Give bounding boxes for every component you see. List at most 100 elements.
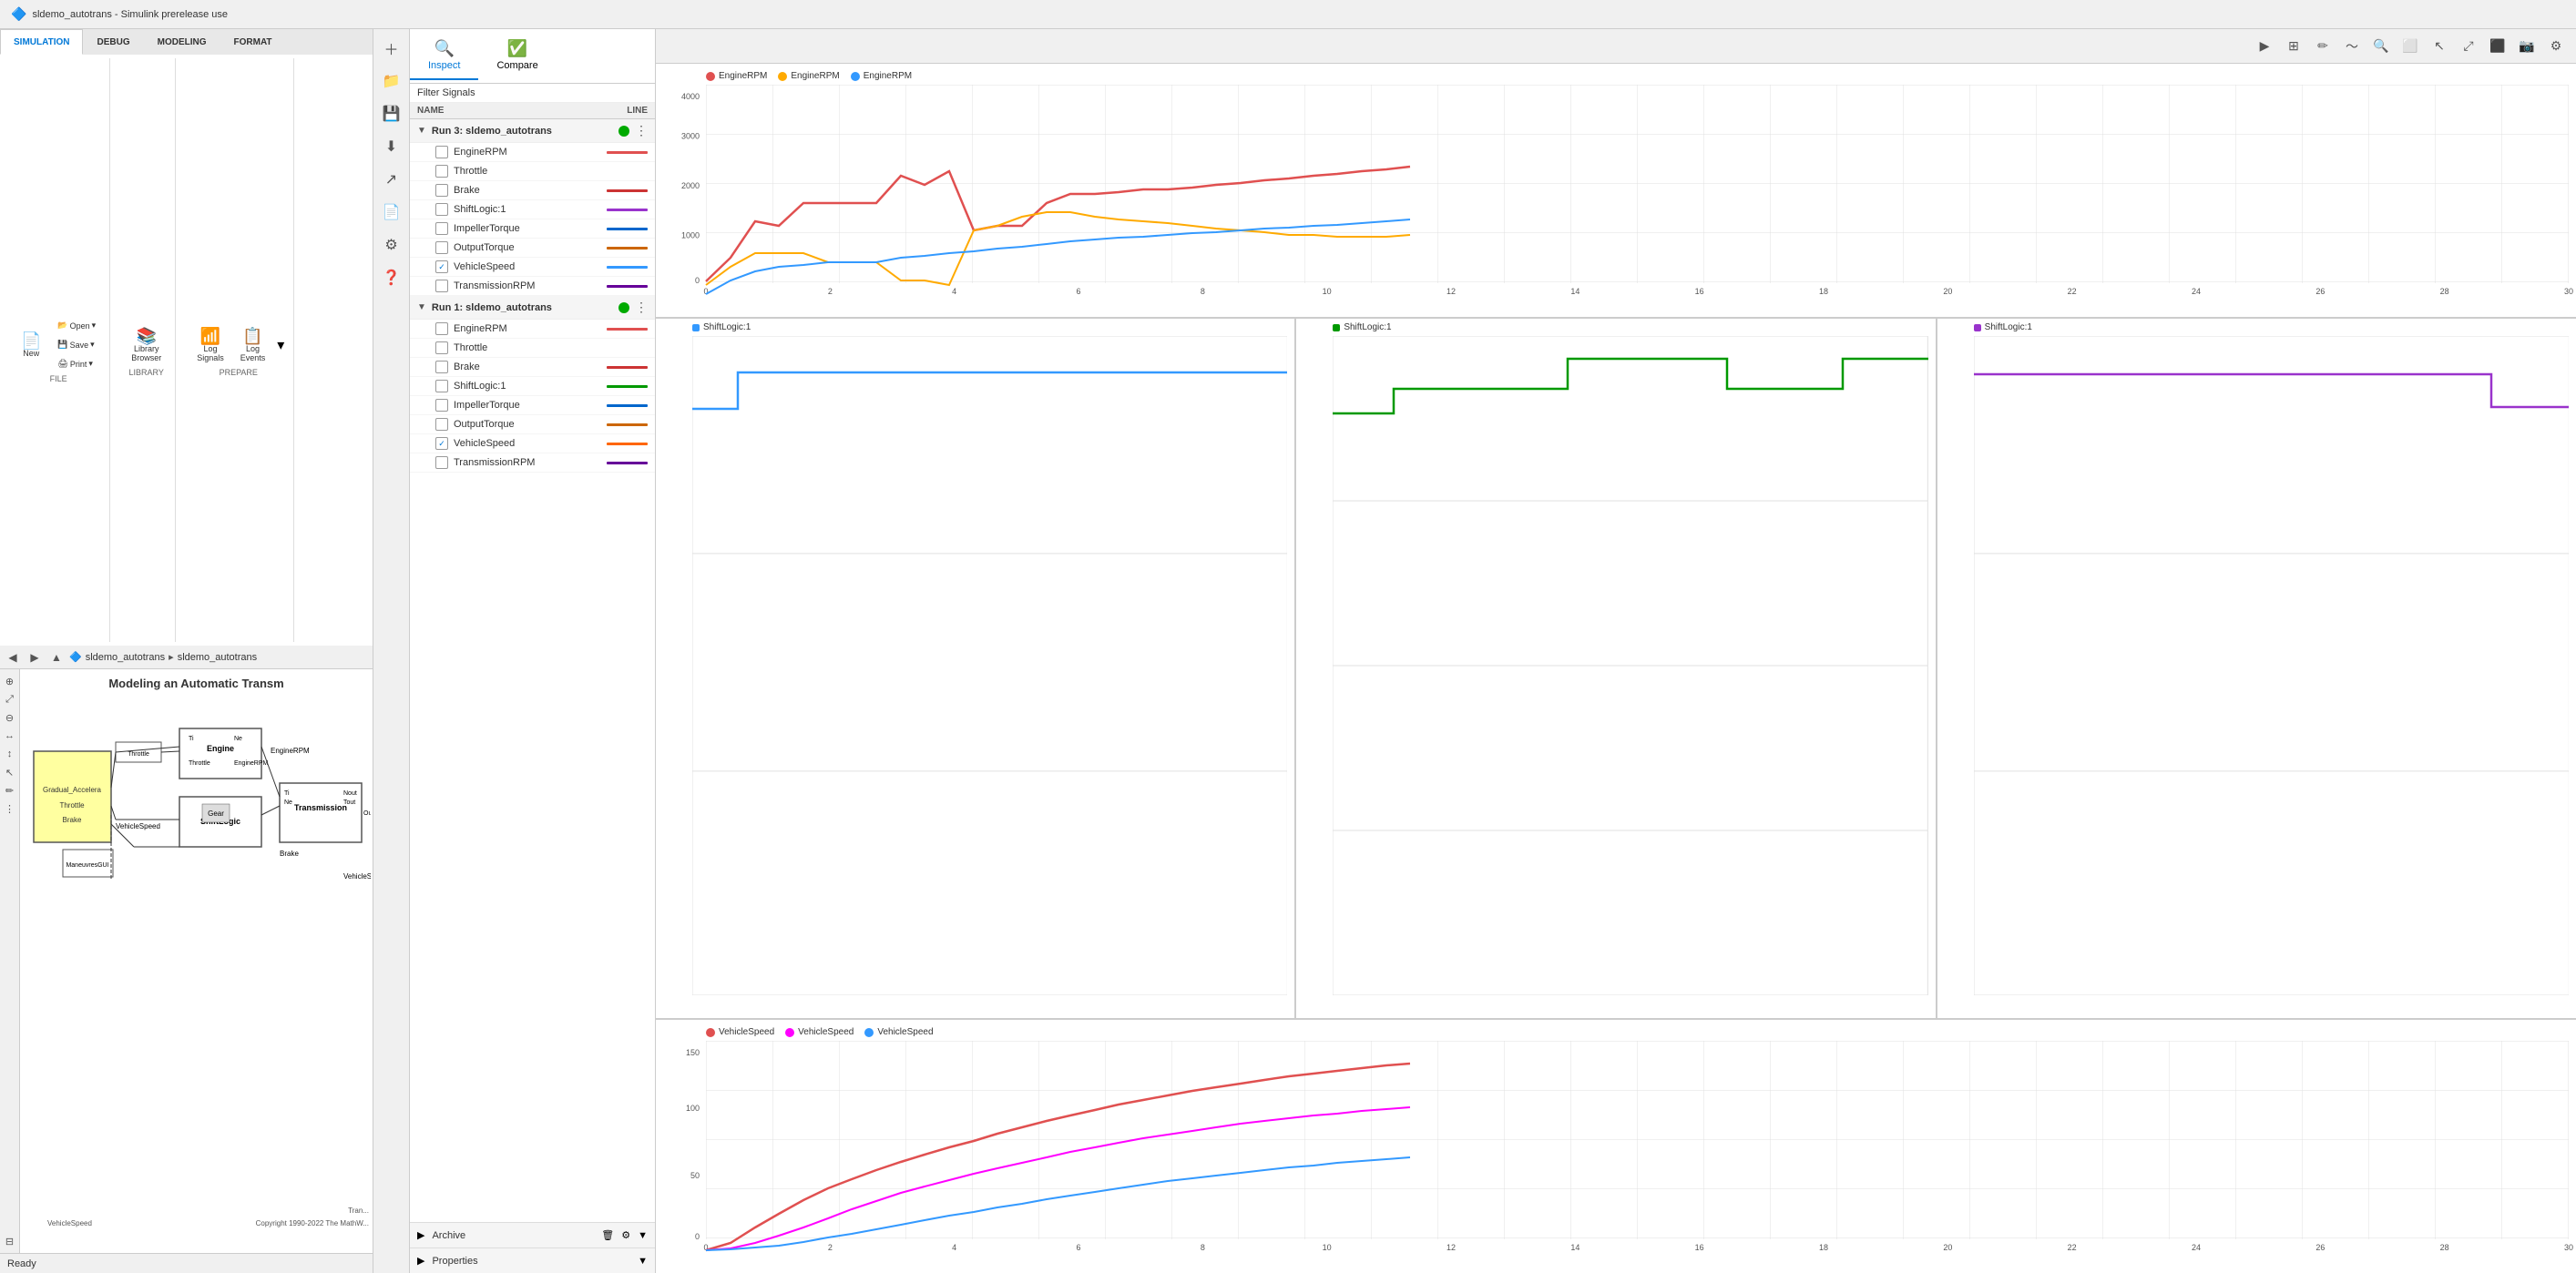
engine-rpm-chart: EngineRPM EngineRPM EngineRPM <box>656 64 2576 319</box>
archive-bar[interactable]: ▶ Archive 🗑 ⚙ ▼ <box>410 1222 655 1248</box>
open-dropdown[interactable]: ▾ <box>92 321 97 331</box>
archive-expand[interactable]: ▶ <box>417 1229 424 1241</box>
signal-checkbox[interactable] <box>435 399 448 412</box>
plus-btn[interactable]: ＋ <box>376 33 407 64</box>
more-btn[interactable]: ⋮ <box>2 800 18 817</box>
signal-table[interactable]: ▼ Run 3: sldemo_autotrans ⋮ EngineRPMThr… <box>410 119 655 1222</box>
cursor-btn[interactable]: ↖ <box>2427 34 2452 59</box>
save-dropdown[interactable]: ▾ <box>90 340 95 350</box>
fit-btn[interactable]: ⤢ <box>2 691 18 708</box>
print-dropdown[interactable]: ▾ <box>88 359 93 369</box>
tab-simulation[interactable]: SIMULATION <box>0 29 83 55</box>
signal-row[interactable]: Throttle <box>410 162 655 181</box>
run-menu[interactable]: ⋮ <box>635 300 648 315</box>
signal-checkbox[interactable] <box>435 456 448 469</box>
legend-label: EngineRPM <box>791 71 839 81</box>
run-header-run1[interactable]: ▼ Run 1: sldemo_autotrans ⋮ <box>410 296 655 320</box>
folder-btn[interactable]: 📁 <box>376 66 407 97</box>
signal-row[interactable]: EngineRPM <box>410 143 655 162</box>
log-events-button[interactable]: 📋 Log Events <box>234 324 272 366</box>
run-label: Run 1: sldemo_autotrans <box>432 302 613 313</box>
tab-debug[interactable]: DEBUG <box>83 29 143 55</box>
signal-checkbox[interactable] <box>435 380 448 392</box>
signal-checkbox[interactable] <box>435 241 448 254</box>
forward-button[interactable]: ▶ <box>26 648 44 667</box>
run-header-run3[interactable]: ▼ Run 3: sldemo_autotrans ⋮ <box>410 119 655 143</box>
save-button[interactable]: 💾 Save ▾ <box>51 336 102 353</box>
signal-checkbox[interactable] <box>435 341 448 354</box>
zoom-in-btn[interactable]: ⊕ <box>2 673 18 689</box>
signal-row[interactable]: OutputTorque <box>410 239 655 258</box>
tab-format[interactable]: FORMAT <box>220 29 286 55</box>
signal-row[interactable]: Throttle <box>410 339 655 358</box>
play-btn[interactable]: ▶ <box>2252 34 2277 59</box>
prepare-more-btn[interactable]: ▾ <box>275 334 286 356</box>
settings-chart-btn[interactable]: ⚙ <box>2543 34 2569 59</box>
signal-row[interactable]: ✓VehicleSpeed <box>410 258 655 277</box>
settings-side-btn[interactable]: ⚙ <box>376 229 407 260</box>
scroll-v-btn[interactable]: ↕ <box>2 746 18 762</box>
signal-checkbox[interactable] <box>435 418 448 431</box>
wave-btn[interactable]: 〜 <box>2339 34 2365 59</box>
signal-row[interactable]: EngineRPM <box>410 320 655 339</box>
share-btn[interactable]: ↗ <box>376 164 407 195</box>
signal-row[interactable]: ✓VehicleSpeed <box>410 434 655 453</box>
archive-delete-icon[interactable]: 🗑 <box>601 1229 614 1241</box>
annotate-btn[interactable]: ✏ <box>2 782 18 799</box>
signal-checkbox[interactable] <box>435 322 448 335</box>
document-btn[interactable]: 📄 <box>376 197 407 228</box>
vehicle-speed-legend: VehicleSpeed VehicleSpeed VehicleSpeed <box>706 1027 2569 1037</box>
new-button[interactable]: 📄 New <box>15 329 47 362</box>
tab-compare[interactable]: ✅ Compare <box>478 32 556 80</box>
print-button[interactable]: 🖨 Print ▾ <box>51 355 102 372</box>
grid-btn[interactable]: ⊞ <box>2281 34 2306 59</box>
signal-row[interactable]: ImpellerTorque <box>410 219 655 239</box>
svg-text:Ne: Ne <box>284 799 292 806</box>
tab-modeling[interactable]: MODELING <box>144 29 220 55</box>
navigator-btn[interactable]: ⊟ <box>2 1233 18 1249</box>
signal-row[interactable]: ShiftLogic:1 <box>410 377 655 396</box>
properties-bar[interactable]: ▶ Properties ▼ <box>410 1248 655 1273</box>
download-btn[interactable]: ⬇ <box>376 131 407 162</box>
signal-checkbox[interactable] <box>435 361 448 373</box>
up-button[interactable]: ▲ <box>47 648 66 667</box>
rect-btn[interactable]: ⬜ <box>2397 34 2423 59</box>
signal-row[interactable]: Brake <box>410 181 655 200</box>
save-side-btn[interactable]: 💾 <box>376 98 407 129</box>
signal-row[interactable]: Brake <box>410 358 655 377</box>
tab-inspect[interactable]: 🔍 Inspect <box>410 32 478 80</box>
log-signals-button[interactable]: 📶 Log Signals <box>190 324 230 366</box>
square-btn[interactable]: ⬛ <box>2485 34 2510 59</box>
archive-settings-icon[interactable]: ⚙ <box>621 1229 630 1241</box>
edit-btn[interactable]: ✏ <box>2310 34 2336 59</box>
signal-checkbox[interactable] <box>435 146 448 158</box>
signal-row[interactable]: ShiftLogic:1 <box>410 200 655 219</box>
archive-collapse-icon[interactable]: ▼ <box>638 1230 648 1241</box>
open-button[interactable]: 📂 Open ▾ <box>51 317 102 334</box>
properties-expand[interactable]: ▶ <box>417 1255 424 1267</box>
signal-checkbox[interactable] <box>435 222 448 235</box>
screenshot-btn[interactable]: 📷 <box>2514 34 2540 59</box>
signal-row[interactable]: TransmissionRPM <box>410 277 655 296</box>
svg-text:16: 16 <box>1695 1243 1704 1252</box>
zoom-out-btn[interactable]: ⊖ <box>2 709 18 726</box>
expand-btn[interactable]: ⤢ <box>2456 34 2481 59</box>
zoom-btn[interactable]: 🔍 <box>2368 34 2394 59</box>
signal-row[interactable]: ImpellerTorque <box>410 396 655 415</box>
back-button[interactable]: ◀ <box>4 648 22 667</box>
signal-checkbox[interactable] <box>435 280 448 292</box>
run-menu[interactable]: ⋮ <box>635 123 648 138</box>
signal-checkbox[interactable]: ✓ <box>435 260 448 273</box>
scroll-h-btn[interactable]: ↔ <box>2 728 18 744</box>
svg-text:24: 24 <box>2192 1243 2201 1252</box>
signal-checkbox[interactable]: ✓ <box>435 437 448 450</box>
properties-collapse-icon[interactable]: ▼ <box>638 1256 648 1267</box>
help-btn[interactable]: ❓ <box>376 262 407 293</box>
signal-row[interactable]: OutputTorque <box>410 415 655 434</box>
signal-checkbox[interactable] <box>435 203 448 216</box>
select-btn[interactable]: ↖ <box>2 764 18 780</box>
signal-row[interactable]: TransmissionRPM <box>410 453 655 473</box>
signal-checkbox[interactable] <box>435 184 448 197</box>
library-browser-button[interactable]: 📚 Library Browser <box>125 324 168 366</box>
signal-checkbox[interactable] <box>435 165 448 178</box>
